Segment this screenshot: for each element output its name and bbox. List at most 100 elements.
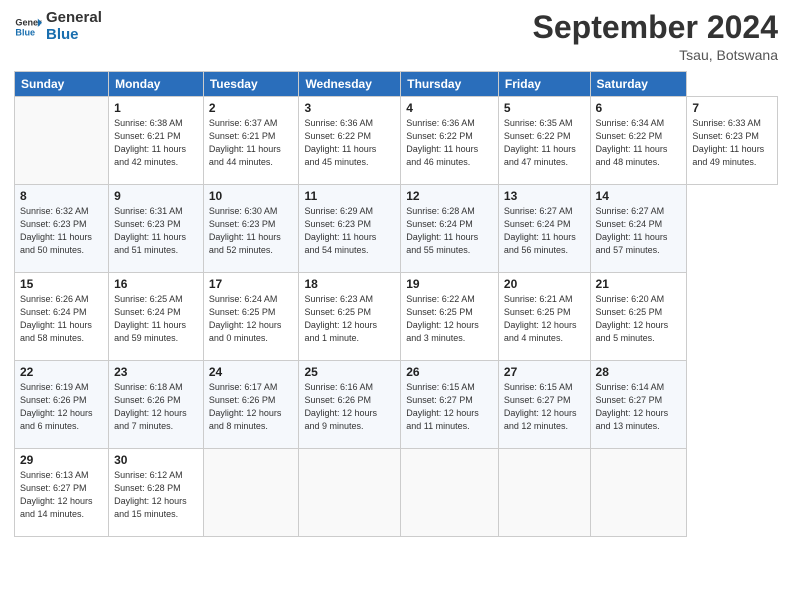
- table-row: 2 Sunrise: 6:37 AMSunset: 6:21 PMDaylight…: [203, 97, 299, 185]
- col-header-thursday: Thursday: [401, 72, 499, 97]
- table-row: 4Sunrise: 6:36 AMSunset: 6:22 PMDaylight…: [401, 97, 499, 185]
- day-number: 14: [596, 189, 682, 203]
- calendar-table: SundayMondayTuesdayWednesdayThursdayFrid…: [14, 71, 778, 537]
- logo-general: General: [46, 10, 102, 27]
- page: General Blue General Blue September 2024…: [0, 0, 792, 612]
- day-info: Sunrise: 6:21 AMSunset: 6:25 PMDaylight:…: [504, 293, 585, 345]
- table-row: 30 Sunrise: 6:12 AMSunset: 6:28 PMDayligh…: [109, 449, 204, 537]
- day-info: Sunrise: 6:25 AMSunset: 6:24 PMDaylight:…: [114, 293, 198, 345]
- svg-text:Blue: Blue: [15, 27, 35, 37]
- col-header-sunday: Sunday: [15, 72, 109, 97]
- day-info: Sunrise: 6:26 AMSunset: 6:24 PMDaylight:…: [20, 293, 103, 345]
- table-row: 3 Sunrise: 6:36 AMSunset: 6:22 PMDaylight…: [299, 97, 401, 185]
- day-number: 28: [596, 365, 682, 379]
- table-row: 12Sunrise: 6:28 AMSunset: 6:24 PMDayligh…: [401, 185, 499, 273]
- day-info: Sunrise: 6:30 AMSunset: 6:23 PMDaylight:…: [209, 205, 294, 257]
- day-number: 17: [209, 277, 294, 291]
- calendar-week-3: 15 Sunrise: 6:26 AMSunset: 6:24 PMDayligh…: [15, 273, 778, 361]
- day-info: Sunrise: 6:24 AMSunset: 6:25 PMDaylight:…: [209, 293, 294, 345]
- day-info: Sunrise: 6:13 AMSunset: 6:27 PMDaylight:…: [20, 469, 103, 521]
- day-number: 20: [504, 277, 585, 291]
- day-info: Sunrise: 6:36 AMSunset: 6:22 PMDaylight:…: [304, 117, 395, 169]
- table-row: 1 Sunrise: 6:38 AMSunset: 6:21 PMDaylight…: [109, 97, 204, 185]
- table-row: 13 Sunrise: 6:27 AMSunset: 6:24 PMDayligh…: [498, 185, 590, 273]
- day-number: 6: [596, 101, 682, 115]
- calendar-week-1: 1 Sunrise: 6:38 AMSunset: 6:21 PMDaylight…: [15, 97, 778, 185]
- table-row: [590, 449, 687, 537]
- day-info: Sunrise: 6:14 AMSunset: 6:27 PMDaylight:…: [596, 381, 682, 433]
- day-info: Sunrise: 6:23 AMSunset: 6:25 PMDaylight:…: [304, 293, 395, 345]
- table-row: 9Sunrise: 6:31 AMSunset: 6:23 PMDaylight…: [109, 185, 204, 273]
- day-info: Sunrise: 6:33 AMSunset: 6:23 PMDaylight:…: [692, 117, 772, 169]
- day-info: Sunrise: 6:17 AMSunset: 6:26 PMDaylight:…: [209, 381, 294, 433]
- table-row: [498, 449, 590, 537]
- logo-blue: Blue: [46, 27, 102, 44]
- day-number: 25: [304, 365, 395, 379]
- table-row: 16 Sunrise: 6:25 AMSunset: 6:24 PMDayligh…: [109, 273, 204, 361]
- day-number: 18: [304, 277, 395, 291]
- day-number: 10: [209, 189, 294, 203]
- table-row: 15 Sunrise: 6:26 AMSunset: 6:24 PMDayligh…: [15, 273, 109, 361]
- day-info: Sunrise: 6:32 AMSunset: 6:23 PMDaylight:…: [20, 205, 103, 257]
- table-row: 21 Sunrise: 6:20 AMSunset: 6:25 PMDayligh…: [590, 273, 687, 361]
- col-header-monday: Monday: [109, 72, 204, 97]
- col-header-friday: Friday: [498, 72, 590, 97]
- day-number: 24: [209, 365, 294, 379]
- table-row: 22 Sunrise: 6:19 AMSunset: 6:26 PMDayligh…: [15, 361, 109, 449]
- calendar-week-4: 22 Sunrise: 6:19 AMSunset: 6:26 PMDayligh…: [15, 361, 778, 449]
- table-row: 29 Sunrise: 6:13 AMSunset: 6:27 PMDayligh…: [15, 449, 109, 537]
- table-row: 11Sunrise: 6:29 AMSunset: 6:23 PMDayligh…: [299, 185, 401, 273]
- day-number: 15: [20, 277, 103, 291]
- empty-cell: [15, 97, 109, 185]
- table-row: [203, 449, 299, 537]
- day-number: 3: [304, 101, 395, 115]
- day-info: Sunrise: 6:27 AMSunset: 6:24 PMDaylight:…: [596, 205, 682, 257]
- table-row: 10 Sunrise: 6:30 AMSunset: 6:23 PMDayligh…: [203, 185, 299, 273]
- day-number: 30: [114, 453, 198, 467]
- day-number: 7: [692, 101, 772, 115]
- day-number: 8: [20, 189, 103, 203]
- table-row: 18 Sunrise: 6:23 AMSunset: 6:25 PMDayligh…: [299, 273, 401, 361]
- day-number: 16: [114, 277, 198, 291]
- day-info: Sunrise: 6:35 AMSunset: 6:22 PMDaylight:…: [504, 117, 585, 169]
- table-row: 6Sunrise: 6:34 AMSunset: 6:22 PMDaylight…: [590, 97, 687, 185]
- day-info: Sunrise: 6:31 AMSunset: 6:23 PMDaylight:…: [114, 205, 198, 257]
- day-number: 27: [504, 365, 585, 379]
- logo: General Blue General Blue: [14, 10, 102, 43]
- day-info: Sunrise: 6:38 AMSunset: 6:21 PMDaylight:…: [114, 117, 198, 169]
- day-number: 26: [406, 365, 493, 379]
- table-row: 20 Sunrise: 6:21 AMSunset: 6:25 PMDayligh…: [498, 273, 590, 361]
- calendar-week-5: 29 Sunrise: 6:13 AMSunset: 6:27 PMDayligh…: [15, 449, 778, 537]
- title-block: September 2024 Tsau, Botswana: [533, 10, 778, 63]
- day-number: 22: [20, 365, 103, 379]
- day-info: Sunrise: 6:15 AMSunset: 6:27 PMDaylight:…: [504, 381, 585, 433]
- day-number: 29: [20, 453, 103, 467]
- day-number: 1: [114, 101, 198, 115]
- table-row: 8 Sunrise: 6:32 AMSunset: 6:23 PMDaylight…: [15, 185, 109, 273]
- day-info: Sunrise: 6:18 AMSunset: 6:26 PMDaylight:…: [114, 381, 198, 433]
- day-info: Sunrise: 6:27 AMSunset: 6:24 PMDaylight:…: [504, 205, 585, 257]
- day-number: 21: [596, 277, 682, 291]
- table-row: 5Sunrise: 6:35 AMSunset: 6:22 PMDaylight…: [498, 97, 590, 185]
- day-number: 4: [406, 101, 493, 115]
- day-info: Sunrise: 6:20 AMSunset: 6:25 PMDaylight:…: [596, 293, 682, 345]
- day-info: Sunrise: 6:12 AMSunset: 6:28 PMDaylight:…: [114, 469, 198, 521]
- day-number: 12: [406, 189, 493, 203]
- day-info: Sunrise: 6:16 AMSunset: 6:26 PMDaylight:…: [304, 381, 395, 433]
- day-number: 13: [504, 189, 585, 203]
- day-number: 2: [209, 101, 294, 115]
- col-header-wednesday: Wednesday: [299, 72, 401, 97]
- day-info: Sunrise: 6:37 AMSunset: 6:21 PMDaylight:…: [209, 117, 294, 169]
- table-row: 26 Sunrise: 6:15 AMSunset: 6:27 PMDayligh…: [401, 361, 499, 449]
- table-row: 7 Sunrise: 6:33 AMSunset: 6:23 PMDaylight…: [687, 97, 778, 185]
- table-row: 19Sunrise: 6:22 AMSunset: 6:25 PMDayligh…: [401, 273, 499, 361]
- day-info: Sunrise: 6:15 AMSunset: 6:27 PMDaylight:…: [406, 381, 493, 433]
- logo-icon: General Blue: [14, 13, 42, 41]
- table-row: [299, 449, 401, 537]
- header: General Blue General Blue September 2024…: [14, 10, 778, 63]
- table-row: [401, 449, 499, 537]
- table-row: 28 Sunrise: 6:14 AMSunset: 6:27 PMDayligh…: [590, 361, 687, 449]
- table-row: 14 Sunrise: 6:27 AMSunset: 6:24 PMDayligh…: [590, 185, 687, 273]
- table-row: 25 Sunrise: 6:16 AMSunset: 6:26 PMDayligh…: [299, 361, 401, 449]
- day-info: Sunrise: 6:19 AMSunset: 6:26 PMDaylight:…: [20, 381, 103, 433]
